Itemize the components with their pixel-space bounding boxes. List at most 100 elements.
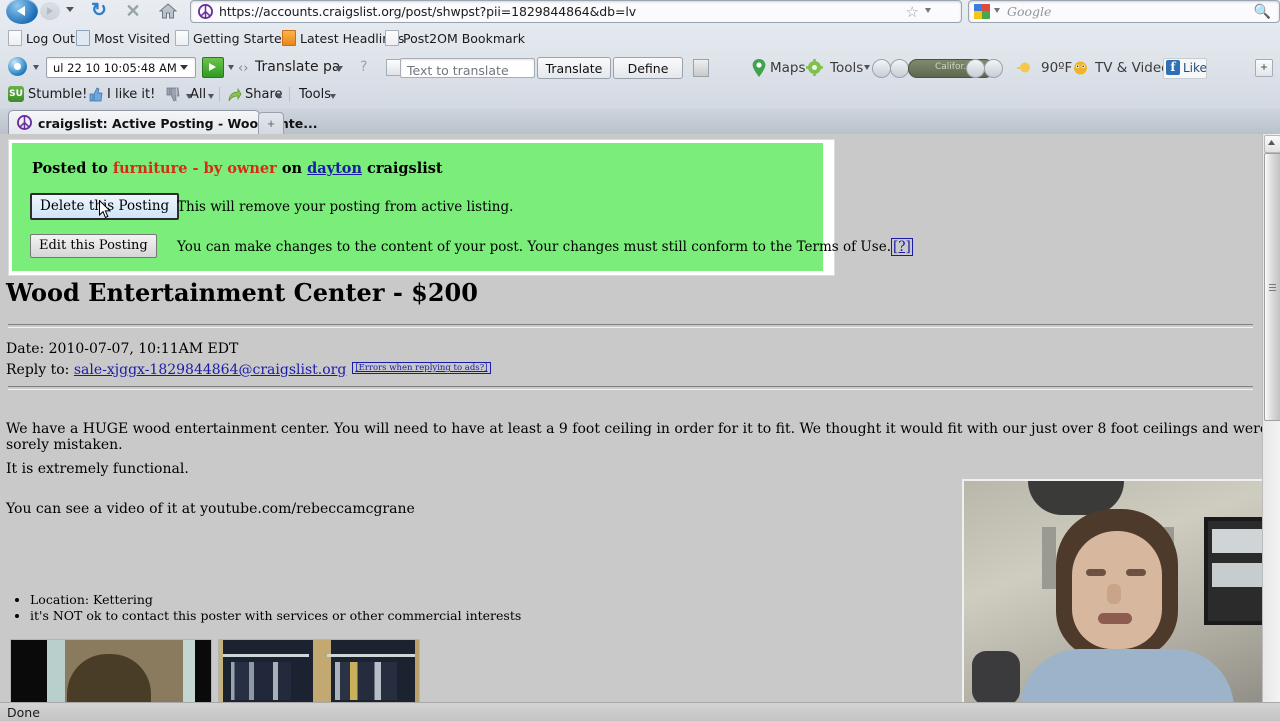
webcam-chair	[972, 651, 1020, 702]
translate-logo-icon[interactable]	[8, 57, 27, 76]
radio-play-button[interactable]	[890, 59, 909, 78]
chevron-down-icon[interactable]	[33, 65, 39, 70]
chevron-down-icon[interactable]	[276, 94, 282, 99]
reply-email-link[interactable]: sale-xjggx-1829844864@craigslist.org	[74, 362, 346, 378]
stumble-tools-dropdown[interactable]: Tools	[299, 87, 331, 102]
home-icon[interactable]	[155, 1, 181, 21]
bookmark-label: Most Visited	[94, 31, 171, 46]
google-icon	[974, 4, 990, 19]
bookmark-log-out[interactable]: Log Out	[8, 30, 75, 48]
bookmark-getting-started[interactable]: Getting Started	[175, 30, 290, 48]
webcam-person-shirt	[1020, 649, 1234, 702]
close-icon[interactable]: ✕	[120, 0, 146, 22]
navigation-toolbar: ↻ ✕ https://accounts.craigslist.org/post…	[0, 0, 1280, 24]
page-viewport: Posted to furniture - by owner on dayton…	[0, 134, 1280, 702]
chevron-down-icon[interactable]	[330, 94, 336, 99]
weather-label[interactable]: 90ºF	[1041, 60, 1072, 76]
chevron-down-icon[interactable]	[66, 7, 74, 12]
chevron-down-icon[interactable]	[335, 66, 343, 72]
reply-to-label: Reply to:	[6, 362, 70, 378]
bookmark-label: Log Out	[26, 31, 75, 46]
star-icon[interactable]: ☆	[906, 3, 919, 21]
chevron-down-icon[interactable]	[994, 8, 1000, 13]
magnifier-icon[interactable]: 🔍	[1254, 3, 1271, 20]
text-to-translate-input[interactable]: Text to translate	[400, 58, 535, 78]
chevron-down-icon[interactable]	[864, 65, 870, 70]
photo-2-books-b	[335, 662, 397, 700]
define-button[interactable]: Define	[613, 57, 683, 79]
tv-icon	[1074, 61, 1087, 75]
scrollbar-thumb[interactable]	[1264, 153, 1280, 421]
webcam-person-eye-right	[1126, 569, 1146, 576]
all-dropdown[interactable]: All	[190, 87, 206, 102]
tv-video-label[interactable]: TV & Video	[1095, 60, 1169, 76]
gear-icon	[806, 59, 823, 76]
reload-icon[interactable]: ↻	[86, 0, 112, 22]
entertainment-center-photo-1[interactable]	[10, 639, 212, 702]
radio-volume-button[interactable]	[966, 59, 985, 78]
scroll-up-arrow-icon[interactable]	[1264, 135, 1280, 153]
new-tab-button[interactable]: +	[258, 112, 284, 136]
green-go-arrow-icon[interactable]	[202, 57, 224, 78]
edit-this-posting-button[interactable]: Edit this Posting	[30, 234, 157, 258]
errors-help-link[interactable]: [Errors when replying to ads?]	[352, 362, 491, 374]
bookmark-label: Post2OM Bookmark	[403, 31, 526, 46]
facebook-like-button[interactable]: f Like	[1163, 58, 1207, 79]
thumbs-up-icon[interactable]	[88, 87, 103, 102]
sun-icon	[1017, 62, 1030, 73]
back-arrow-icon[interactable]	[6, 0, 38, 24]
calculator-icon[interactable]	[693, 59, 709, 77]
bookmark-most-visited[interactable]: Most Visited	[76, 30, 170, 48]
city-link[interactable]: dayton	[307, 160, 362, 177]
maps-label[interactable]: Maps	[770, 60, 806, 76]
posting-date: Date: 2010-07-07, 10:11AM EDT	[6, 341, 239, 357]
chevron-down-icon[interactable]	[208, 94, 214, 99]
posting-category-label: furniture - by owner	[112, 160, 277, 177]
translate-button[interactable]: Translate	[537, 57, 611, 79]
rss-icon	[282, 30, 296, 46]
address-bar[interactable]: https://accounts.craigslist.org/post/shw…	[190, 0, 962, 23]
search-bar[interactable]: Google 🔍	[968, 0, 1280, 23]
search-input[interactable]: Google	[1007, 4, 1051, 19]
chevron-down-icon[interactable]	[925, 8, 931, 13]
page-title: Wood Entertainment Center - $200	[6, 278, 478, 307]
photo-2-books-a	[231, 662, 291, 700]
i-like-it-button[interactable]: I like it!	[107, 87, 155, 102]
webcam-lamp-chain-left	[1042, 527, 1056, 589]
forward-arrow-icon[interactable]	[40, 2, 60, 20]
terms-help-link[interactable]: [?]	[890, 238, 913, 256]
stumbleupon-icon[interactable]: SU	[8, 86, 24, 102]
add-toolbar-button[interactable]: +	[1255, 59, 1273, 77]
tab-strip: craigslist: Active Posting - Wood Ente..…	[0, 108, 1280, 136]
nav-arrows-icon[interactable]: ‹›	[238, 61, 248, 76]
tab-active-posting[interactable]: craigslist: Active Posting - Wood Ente..…	[8, 110, 317, 136]
scrollbar-grip-icon	[1269, 284, 1276, 291]
divider-top	[8, 324, 1253, 328]
vertical-scrollbar[interactable]	[1262, 134, 1280, 702]
photo-2-shelf-a	[223, 654, 309, 657]
stumble-button[interactable]: Stumble!	[28, 87, 87, 102]
tools-label[interactable]: Tools	[830, 60, 863, 76]
bookmark-post2om[interactable]: Post2OM Bookmark	[385, 30, 525, 48]
chevron-down-icon[interactable]	[228, 65, 234, 70]
webcam-video-overlay[interactable]	[962, 479, 1280, 702]
entertainment-center-photo-2[interactable]	[218, 639, 420, 702]
posted-to-prefix: Posted to	[32, 160, 108, 177]
webcam-person-mouth	[1098, 613, 1132, 624]
craigslist-peace-icon	[198, 4, 213, 19]
posting-paragraph-3: You can see a video of it at youtube.com…	[6, 501, 415, 517]
history-dropdown-value: ul 22 10 10:05:48 AM	[53, 61, 177, 75]
language-dropdown[interactable]: Translate pa	[255, 59, 340, 75]
question-icon[interactable]: ?	[360, 59, 367, 75]
radio-stop-button[interactable]	[984, 59, 1003, 78]
history-dropdown[interactable]: ul 22 10 10:05:48 AM	[46, 57, 196, 78]
page-icon	[8, 30, 22, 46]
facebook-icon: f	[1166, 60, 1180, 75]
share-icon[interactable]	[228, 88, 242, 102]
thumbs-down-icon[interactable]	[165, 87, 180, 102]
posting-paragraph-1: We have a HUGE wood entertainment center…	[6, 421, 1269, 453]
map-pin-icon	[752, 59, 766, 77]
status-bar: Done	[0, 702, 1280, 721]
list-item: it's NOT ok to contact this poster with …	[30, 608, 521, 623]
radio-record-button[interactable]	[872, 59, 891, 78]
